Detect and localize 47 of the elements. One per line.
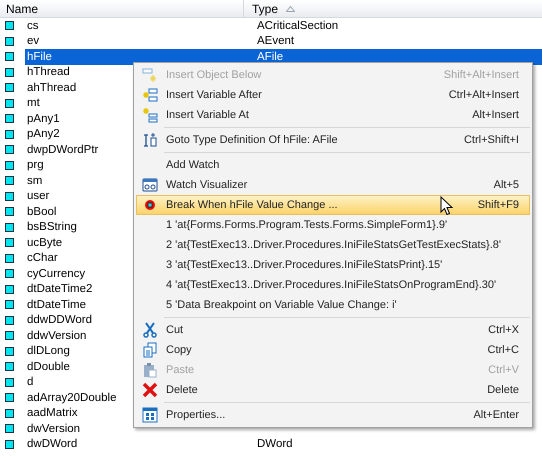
table-cell: hFile (27, 50, 52, 63)
menu-item[interactable]: Delete Delete (136, 380, 530, 400)
visualizer-icon (142, 177, 158, 193)
table-cell: cs (27, 20, 38, 32)
insert-icon (142, 87, 158, 103)
table-cell-text: AEvent (256, 35, 294, 48)
table-row[interactable]: ev AEvent (25, 34, 542, 49)
column-header[interactable]: Name (0, 0, 244, 17)
menu-item[interactable]: Copy Ctrl+C (136, 340, 530, 360)
table-cell: mt (27, 97, 40, 110)
table-cell-text: ACriticalSection (256, 20, 338, 32)
insert-icon (142, 107, 158, 123)
column-header[interactable]: Type (244, 0, 542, 17)
paste-icon (142, 362, 158, 378)
menu-item[interactable]: Add Watch (136, 155, 530, 175)
table-cell: dwVersion (27, 422, 80, 435)
table-cell: dwpDWordPtr (27, 144, 98, 156)
table-cell: ev (27, 35, 40, 48)
table-row[interactable]: cs ACriticalSection (25, 18, 542, 34)
menu-item[interactable]: 3 'at{TestExec13..Driver.Procedures.IniFileStatsPrint}.15' (136, 255, 530, 275)
menu-item[interactable]: Cut Ctrl+X (136, 320, 530, 340)
table-cell: adArray20Double (27, 392, 117, 404)
table-cell: cyCurrency (27, 268, 86, 280)
breakpoint-icon (144, 199, 156, 211)
table-row[interactable]: dwDWord DWord (25, 436, 542, 452)
copy-icon (142, 342, 158, 358)
menu-item[interactable]: Goto Type Definition Of hFile: AFile Ctrl+Shift+I (136, 130, 530, 150)
table-cell: dwDWord (27, 438, 78, 450)
scissors-icon (142, 322, 158, 338)
menu-item[interactable]: Break When hFile Value Change ... Shift+F9 (136, 195, 530, 215)
menu-item[interactable]: Insert Variable After Ctrl+Alt+Insert (136, 85, 530, 105)
goto-definition-icon (142, 132, 158, 148)
properties-icon (142, 407, 158, 423)
table-cell-text: DWord (256, 438, 293, 450)
table-cell-text: AFile (256, 50, 284, 63)
menu-item[interactable]: 2 'at{TestExec13..Driver.Procedures.IniFileStatsGetTestExecStats}.8' (136, 235, 530, 255)
menu-item[interactable]: 1 'at{Forms.Forms.Program.Tests.Forms.SimpleForm1}.9' (136, 215, 530, 235)
insert-icon (142, 67, 158, 83)
mouse-cursor-icon (440, 196, 453, 216)
menu-item[interactable]: 4 'at{TestExec13..Driver.Procedures.IniFileStatsOnProgramEnd}.30' (136, 275, 530, 295)
menu-item[interactable]: Watch Visualizer Alt+5 (136, 175, 530, 195)
menu-item[interactable]: Properties... Alt+Enter (136, 405, 530, 425)
menu-item[interactable]: 5 'Data Breakpoint on Variable Value Change: i' (136, 295, 530, 315)
table-cell: user (27, 190, 50, 202)
delete-icon (142, 382, 158, 398)
table-cell: ddwDDWord (27, 314, 92, 326)
menu-item[interactable]: Insert Variable At Alt+Insert (136, 105, 530, 125)
